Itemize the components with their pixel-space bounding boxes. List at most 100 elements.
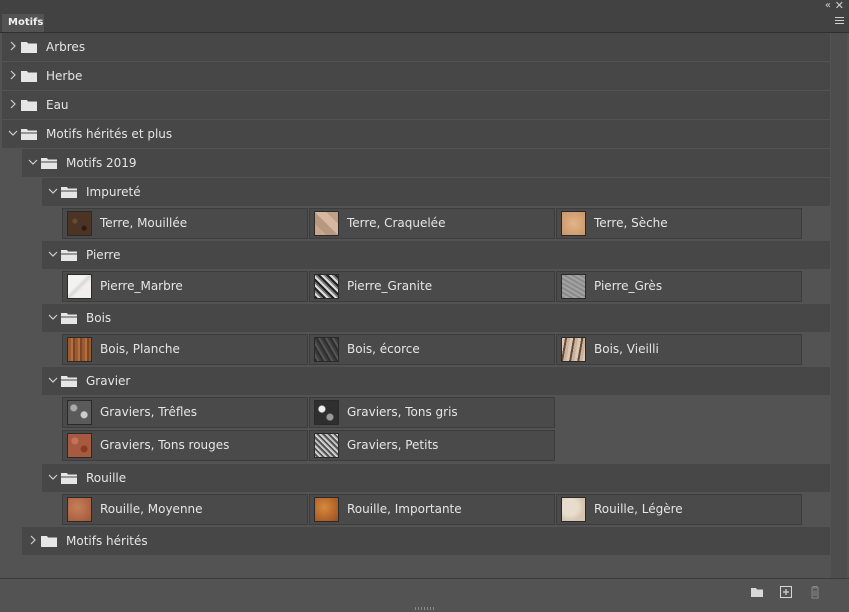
- trash-icon[interactable]: [808, 585, 822, 599]
- pattern-label: Graviers, Trêfles: [100, 405, 198, 419]
- pattern-item[interactable]: Pierre_Grès: [556, 271, 802, 302]
- panel-menu-icon[interactable]: [835, 17, 844, 26]
- pattern-item[interactable]: Terre, Mouillée: [62, 208, 308, 239]
- group-label: Eau: [46, 98, 69, 112]
- pattern-label: Bois, Vieilli: [594, 342, 659, 356]
- folder-icon: [41, 536, 57, 547]
- chevron-down-icon[interactable]: [48, 186, 58, 196]
- pattern-item[interactable]: Graviers, Petits: [309, 430, 555, 461]
- group-label: Gravier: [86, 374, 131, 388]
- collapse-panels-icon[interactable]: «: [825, 0, 831, 12]
- group-impurete[interactable]: Impureté: [42, 178, 830, 206]
- pattern-label: Pierre_Grès: [594, 279, 663, 293]
- chevron-right-icon[interactable]: [8, 70, 18, 80]
- chevron-down-icon[interactable]: [48, 312, 58, 322]
- pattern-item[interactable]: Rouille, Importante: [309, 494, 555, 525]
- pattern-item[interactable]: Rouille, Légère: [556, 494, 802, 525]
- pattern-thumbnail: [314, 337, 339, 362]
- pattern-label: Graviers, Petits: [347, 438, 439, 452]
- pattern-item[interactable]: Terre, Craquelée: [309, 208, 555, 239]
- pattern-label: Graviers, Tons gris: [347, 405, 458, 419]
- pattern-item[interactable]: Pierre_Marbre: [62, 271, 308, 302]
- group-motifs-herites-et-plus[interactable]: Motifs hérités et plus: [2, 120, 830, 148]
- folder-open-icon: [21, 129, 37, 140]
- chevron-right-icon[interactable]: [28, 535, 38, 545]
- folder-icon: [21, 100, 37, 111]
- panel-footer: [0, 578, 849, 612]
- group-rouille[interactable]: Rouille: [42, 464, 830, 492]
- pattern-label: Terre, Sèche: [594, 216, 668, 230]
- group-label: Pierre: [86, 248, 121, 262]
- group-label: Impureté: [86, 185, 141, 199]
- tab-bar: Motifs: [0, 13, 849, 33]
- group-label: Arbres: [46, 40, 86, 54]
- chevron-right-icon[interactable]: [8, 41, 18, 51]
- pattern-thumbnail: [314, 433, 339, 458]
- resize-grip[interactable]: [415, 607, 435, 610]
- pattern-thumbnail: [314, 497, 339, 522]
- group-label: Motifs 2019: [66, 156, 137, 170]
- pattern-thumbnail: [561, 211, 586, 236]
- pattern-label: Rouille, Moyenne: [100, 502, 203, 516]
- pattern-thumbnail: [314, 274, 339, 299]
- new-pattern-icon[interactable]: [779, 585, 793, 599]
- pattern-label: Bois, écorce: [347, 342, 420, 356]
- pattern-label: Rouille, Légère: [594, 502, 683, 516]
- group-label: Motifs hérités: [66, 534, 148, 548]
- group-motifs-herites[interactable]: Motifs hérités: [22, 527, 830, 555]
- pattern-item[interactable]: Graviers, Tons rouges: [62, 430, 308, 461]
- pattern-label: Pierre_Granite: [347, 279, 433, 293]
- group-gravier[interactable]: Gravier: [42, 367, 830, 395]
- pattern-label: Rouille, Importante: [347, 502, 462, 516]
- folder-open-icon: [61, 187, 77, 198]
- group-label: Rouille: [86, 471, 127, 485]
- pattern-thumbnail: [67, 433, 92, 458]
- pattern-item[interactable]: Bois, Planche: [62, 334, 308, 365]
- pattern-thumbnail: [561, 337, 586, 362]
- scrollbar[interactable]: [831, 33, 847, 578]
- pattern-thumbnail: [314, 400, 339, 425]
- chevron-down-icon[interactable]: [28, 157, 38, 167]
- folder-icon: [21, 42, 37, 53]
- pattern-item[interactable]: Pierre_Granite: [309, 271, 555, 302]
- pattern-item[interactable]: Bois, Vieilli: [556, 334, 802, 365]
- folder-open-icon: [61, 376, 77, 387]
- pattern-thumbnail: [561, 274, 586, 299]
- folder-icon: [21, 71, 37, 82]
- group-eau[interactable]: Eau: [2, 91, 830, 119]
- pattern-label: Terre, Mouillée: [100, 216, 188, 230]
- chevron-right-icon[interactable]: [8, 99, 18, 109]
- chevron-down-icon[interactable]: [48, 249, 58, 259]
- pattern-thumbnail: [67, 497, 92, 522]
- close-icon[interactable]: ✕: [835, 0, 844, 12]
- pattern-label: Terre, Craquelée: [347, 216, 446, 230]
- chevron-down-icon[interactable]: [48, 375, 58, 385]
- pattern-label: Bois, Planche: [100, 342, 180, 356]
- group-label: Motifs hérités et plus: [46, 127, 173, 141]
- chevron-down-icon[interactable]: [48, 472, 58, 482]
- pattern-label: Graviers, Tons rouges: [100, 438, 230, 452]
- pattern-item[interactable]: Rouille, Moyenne: [62, 494, 308, 525]
- group-label: Herbe: [46, 69, 83, 83]
- pattern-item[interactable]: Graviers, Trêfles: [62, 397, 308, 428]
- pattern-thumbnail: [67, 274, 92, 299]
- group-motifs-2019[interactable]: Motifs 2019: [22, 149, 830, 177]
- folder-open-icon: [61, 250, 77, 261]
- pattern-item[interactable]: Graviers, Tons gris: [309, 397, 555, 428]
- folder-open-icon: [41, 158, 57, 169]
- group-arbres[interactable]: Arbres: [2, 33, 830, 61]
- pattern-thumbnail: [67, 400, 92, 425]
- pattern-item[interactable]: Bois, écorce: [309, 334, 555, 365]
- pattern-label: Pierre_Marbre: [100, 279, 183, 293]
- group-bois[interactable]: Bois: [42, 304, 830, 332]
- chevron-down-icon[interactable]: [8, 128, 18, 138]
- pattern-thumbnail: [314, 211, 339, 236]
- pattern-thumbnail: [67, 337, 92, 362]
- tab-motifs[interactable]: Motifs: [2, 14, 44, 32]
- pattern-thumbnail: [67, 211, 92, 236]
- new-group-icon[interactable]: [750, 585, 764, 599]
- group-pierre[interactable]: Pierre: [42, 241, 830, 269]
- group-herbe[interactable]: Herbe: [2, 62, 830, 90]
- pattern-item[interactable]: Terre, Sèche: [556, 208, 802, 239]
- panel-top-strip: « ✕: [0, 0, 849, 13]
